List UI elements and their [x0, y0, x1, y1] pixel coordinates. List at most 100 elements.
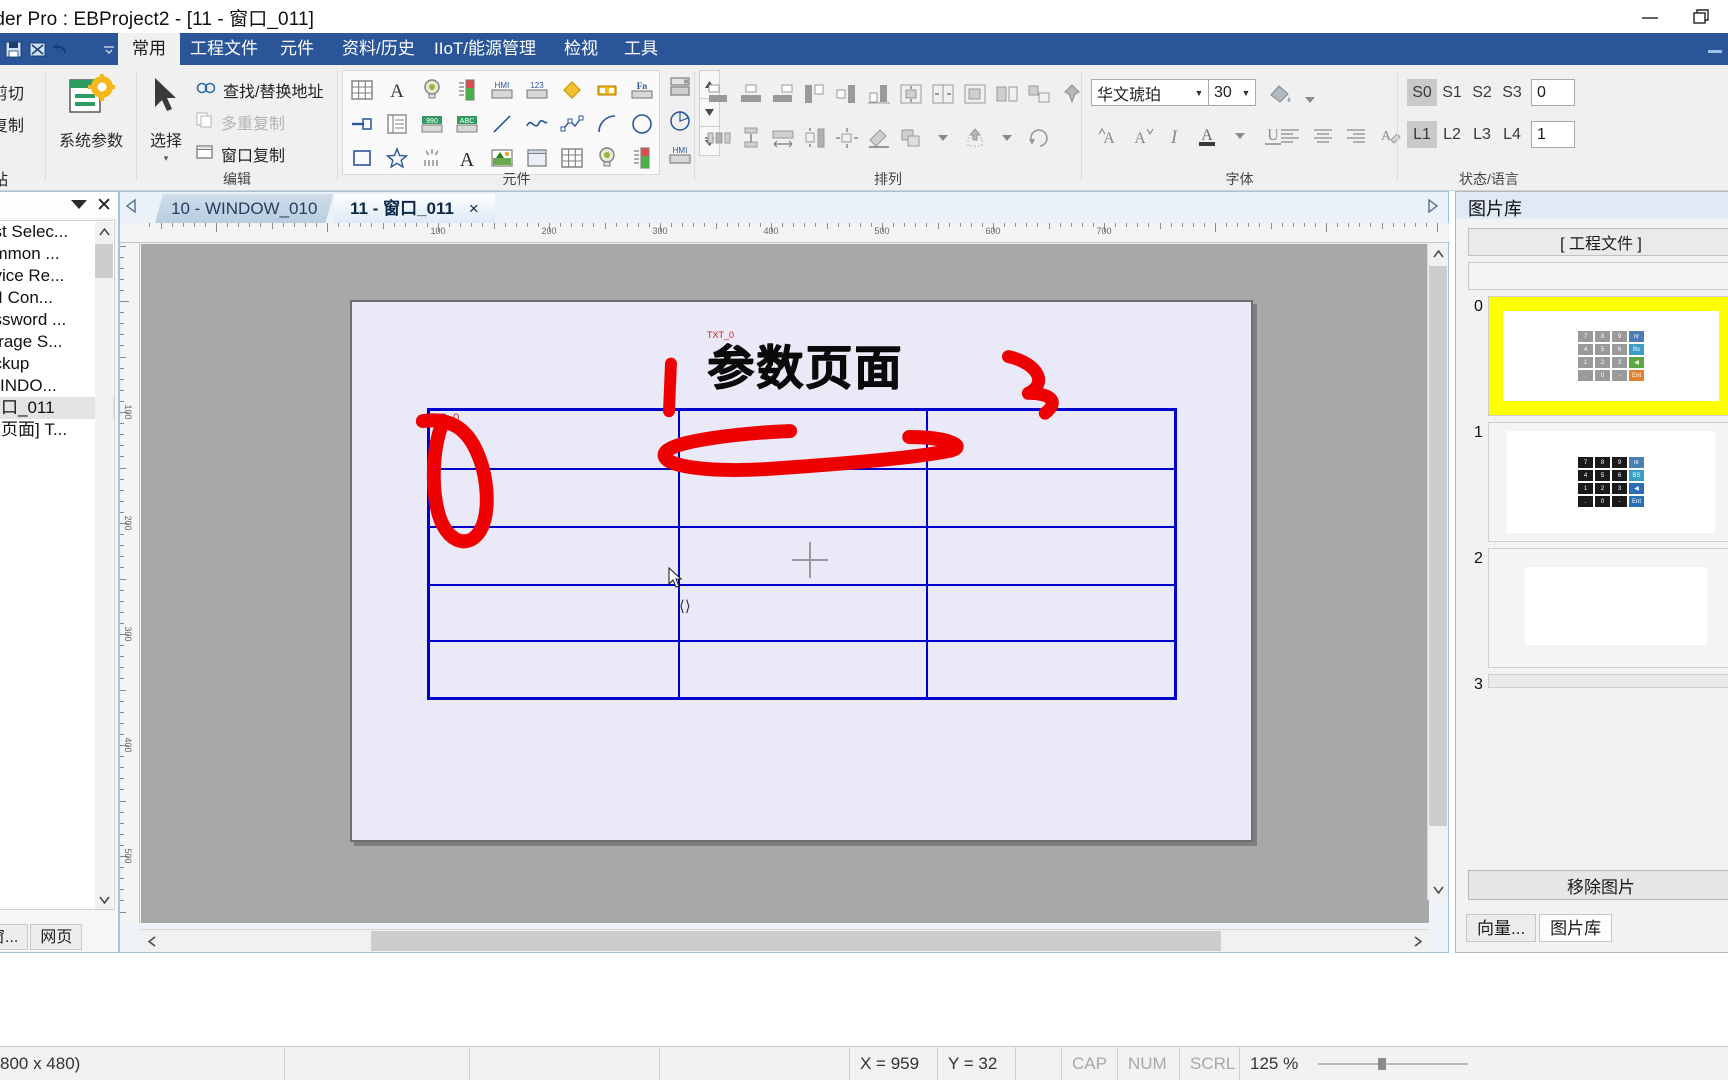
ribbon-tab-gongchengwenjian[interactable]: 工程文件	[176, 33, 272, 65]
canvas-vertical-scrollbar[interactable]	[1427, 244, 1447, 900]
list-icon[interactable]	[380, 107, 413, 140]
tab-scroll-right-icon[interactable]	[1426, 198, 1439, 217]
tab-scroll-left-icon[interactable]	[125, 198, 138, 217]
save-icon[interactable]	[2, 36, 24, 62]
redo-icon[interactable]	[74, 36, 96, 62]
align-left-icon[interactable]	[702, 77, 735, 110]
list-item[interactable]: 2	[1468, 548, 1728, 668]
scroll-left-icon[interactable]	[141, 930, 163, 952]
select-tool-button[interactable]: 选择 ▾	[138, 69, 194, 164]
canvas-horizontal-scrollbar[interactable]	[141, 929, 1429, 951]
state-button-s3[interactable]: S3	[1497, 79, 1527, 106]
italic-icon[interactable]: I	[1157, 119, 1190, 152]
tab-windows[interactable]: 窗...	[0, 924, 29, 950]
ascii-display-icon[interactable]: 990	[415, 107, 448, 140]
document-tab-window-010[interactable]: 10 - WINDOW_010	[155, 194, 333, 223]
nudge-icon[interactable]	[830, 121, 863, 154]
tab-vector-library[interactable]: 向量...	[1466, 914, 1537, 942]
space-horizontal-icon[interactable]	[702, 121, 735, 154]
blank-thumbnail[interactable]	[1488, 548, 1728, 668]
paste-button[interactable]: 贴	[0, 165, 8, 191]
scroll-up-icon[interactable]	[95, 222, 113, 242]
remove-image-button[interactable]: 移除图片	[1468, 870, 1728, 900]
font-color-dropdown-icon[interactable]	[1223, 119, 1256, 152]
image-source-field[interactable]: [ 工程文件 ]	[1468, 228, 1728, 256]
window-copy-button[interactable]: 窗口复制	[196, 141, 285, 167]
align-bottom-icon[interactable]	[862, 77, 895, 110]
document-tab-window-011[interactable]: 11 - 窗口_011 ×	[334, 194, 495, 223]
align-right-icon[interactable]	[766, 77, 799, 110]
list-item[interactable]: 3	[1468, 674, 1728, 693]
state-button-s0[interactable]: S0	[1407, 79, 1437, 106]
group-box-icon[interactable]	[663, 70, 696, 103]
ribbon-tab-jianshi[interactable]: 检视	[550, 33, 612, 65]
zoom-slider-knob[interactable]	[1378, 1057, 1387, 1070]
table-icon[interactable]	[345, 73, 378, 106]
numeric-display-icon[interactable]: 123	[520, 73, 553, 106]
same-width-icon[interactable]	[958, 77, 991, 110]
restore-icon[interactable]	[1676, 0, 1728, 33]
size-width-icon[interactable]	[766, 121, 799, 154]
toggle-switch-icon[interactable]	[590, 73, 623, 106]
scroll-down-icon[interactable]	[1428, 880, 1448, 900]
rotate-icon[interactable]	[1022, 121, 1055, 154]
font-size-combo[interactable]: 30 ▼	[1208, 79, 1256, 106]
ribbon-tab-changyong[interactable]: 常用	[118, 33, 180, 65]
size-height-icon[interactable]	[798, 121, 831, 154]
export-icon[interactable]	[26, 36, 48, 62]
align-text-left-icon[interactable]	[1273, 119, 1306, 152]
group-icon[interactable]	[894, 121, 927, 154]
language-button-l1[interactable]: L1	[1407, 121, 1437, 148]
shrink-font-icon[interactable]: A	[1124, 119, 1157, 152]
partial-thumbnail[interactable]	[1488, 674, 1728, 688]
ribbon-tab-gongju[interactable]: 工具	[610, 33, 672, 65]
chevron-down-icon[interactable]	[70, 198, 88, 213]
align-middle-icon[interactable]	[830, 77, 863, 110]
state-value-field[interactable]: 0	[1531, 79, 1575, 106]
line-icon[interactable]	[485, 107, 518, 140]
scroll-down-icon[interactable]	[95, 890, 113, 909]
text-icon[interactable]: A	[380, 73, 413, 106]
numeric-input-icon[interactable]: HMI	[485, 73, 518, 106]
chevron-down-icon[interactable]: ▾	[138, 153, 194, 164]
system-params-button[interactable]: 系统参数	[50, 69, 132, 151]
zoom-slider[interactable]	[1318, 1057, 1469, 1070]
distribute-vertical-icon[interactable]	[894, 77, 927, 110]
ascii-input-icon[interactable]: ABC	[450, 107, 483, 140]
language-button-l4[interactable]: L4	[1497, 121, 1527, 148]
shape-icon[interactable]	[555, 73, 588, 106]
same-height-icon[interactable]	[990, 77, 1023, 110]
tab-image-library[interactable]: 图片库	[1539, 914, 1613, 942]
tab-webpage[interactable]: 网页	[30, 924, 83, 950]
chevron-down-icon[interactable]: ▼	[1237, 88, 1255, 98]
function-key-icon[interactable]: Fn	[625, 73, 658, 106]
arc-icon[interactable]	[590, 107, 623, 140]
close-icon[interactable]: ×	[469, 199, 479, 218]
flip-icon[interactable]	[862, 121, 895, 154]
bit-switch-icon[interactable]	[345, 107, 378, 140]
left-panel-list[interactable]: ast Selec... ommon ... evice Re... MI Co…	[0, 220, 115, 910]
align-text-center-icon[interactable]	[1306, 119, 1339, 152]
page-title[interactable]: 参数页面	[707, 329, 903, 398]
language-value-field[interactable]: 1	[1531, 121, 1575, 148]
font-family-combo[interactable]: 华文琥珀 ▼	[1091, 79, 1209, 106]
group-dropdown-icon[interactable]	[926, 121, 959, 154]
bar-meter-icon[interactable]	[450, 73, 483, 106]
chevron-down-icon[interactable]: ▼	[1190, 88, 1208, 98]
qat-more-icon[interactable]	[98, 36, 120, 62]
grow-font-icon[interactable]: A	[1091, 119, 1124, 152]
scrollbar-thumb[interactable]	[95, 244, 113, 278]
scroll-up-icon[interactable]	[1428, 244, 1448, 264]
ribbon-tab-ziliaolishi[interactable]: 资料/历史	[328, 33, 429, 65]
hmi-page[interactable]: TXT_0 参数页面 TB_0 ⟨⟩	[350, 300, 1253, 842]
minimize-icon[interactable]	[1624, 0, 1676, 33]
pie-chart-icon[interactable]	[663, 104, 696, 137]
align-center-icon[interactable]	[734, 77, 767, 110]
yellow-keypad-thumbnail[interactable]: 7 8 9 nr 4 5 6 Bs 1 2 3 ◀ . 0- Ent	[1488, 296, 1728, 416]
close-icon[interactable]: ✕	[96, 194, 112, 217]
fill-color-icon[interactable]	[1263, 77, 1296, 110]
scrollbar-thumb[interactable]	[1429, 266, 1447, 826]
align-top-icon[interactable]	[798, 77, 831, 110]
language-button-l3[interactable]: L3	[1467, 121, 1497, 148]
list-item[interactable]: 1 7 8 9 nr 4 5 6 BS 1 2 3 ◀ . 0- Ent	[1468, 422, 1728, 542]
